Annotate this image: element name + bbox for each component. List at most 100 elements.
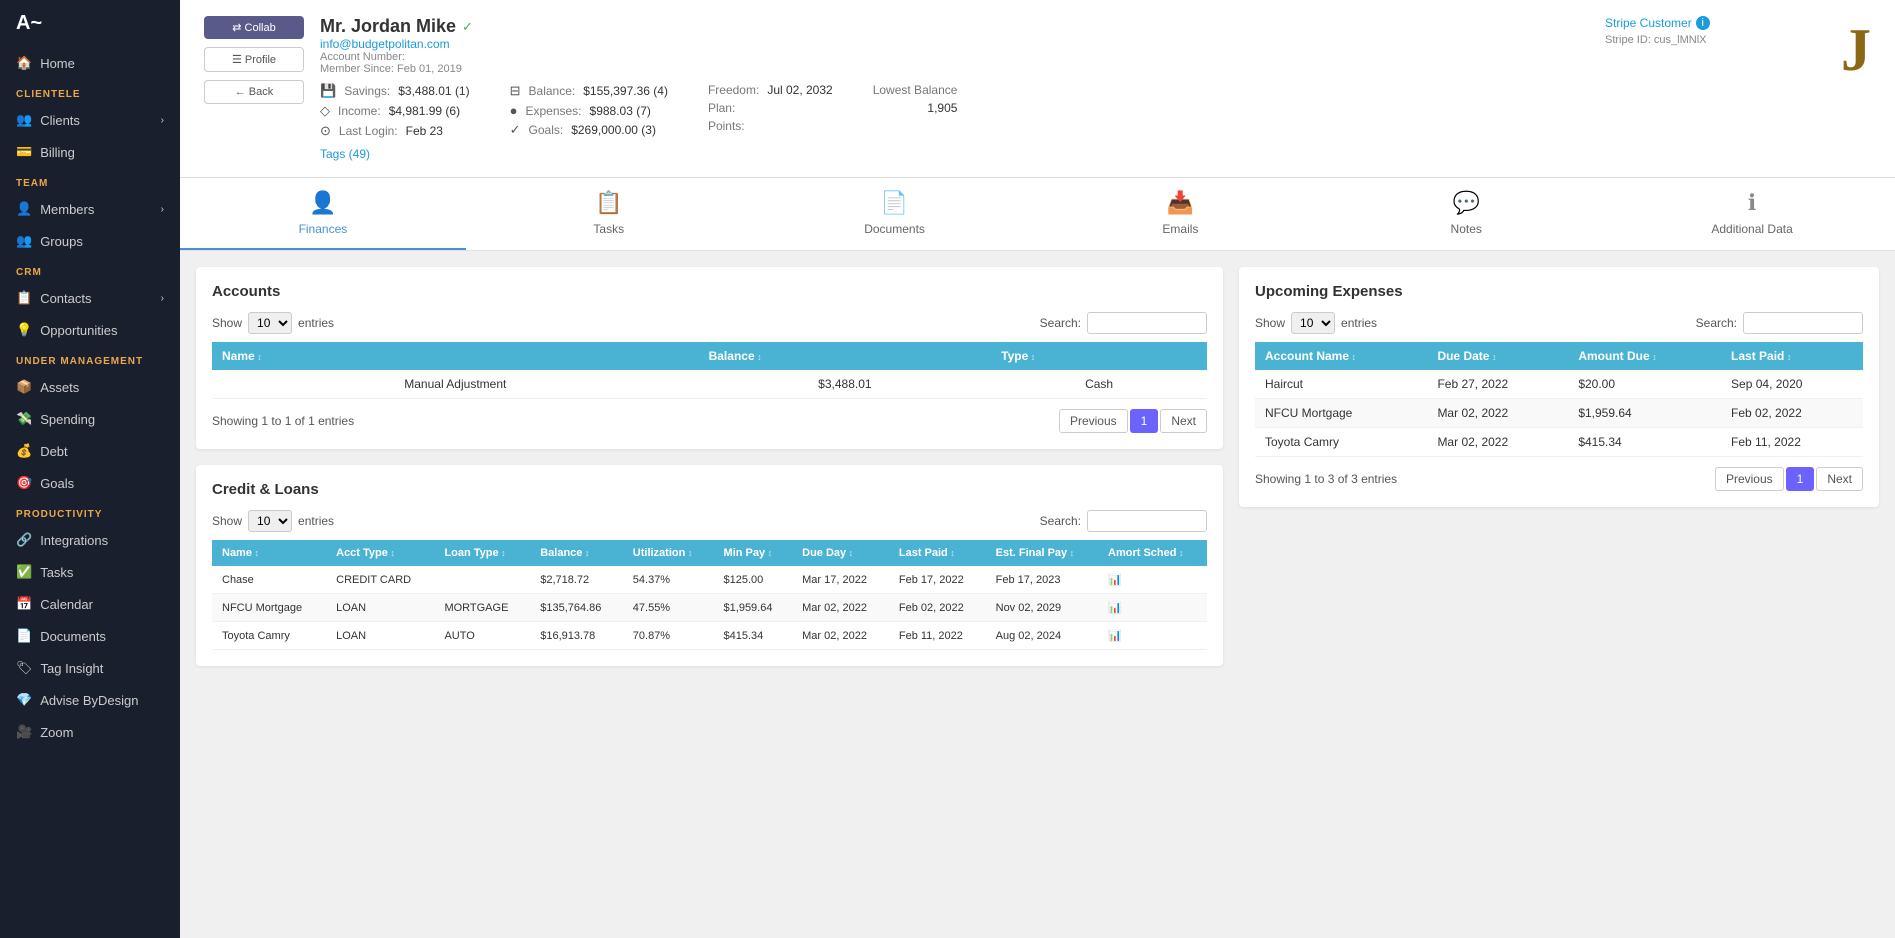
advise-icon: 💎 bbox=[16, 692, 32, 708]
tab-emails[interactable]: 📥 Emails bbox=[1037, 178, 1323, 250]
table-row: Toyota Camry Mar 02, 2022 $415.34 Feb 11… bbox=[1255, 428, 1863, 457]
upcoming-next-button[interactable]: Next bbox=[1816, 467, 1863, 491]
upcoming-account: Toyota Camry bbox=[1255, 428, 1427, 457]
sidebar-item-assets[interactable]: 📦 Assets bbox=[0, 371, 180, 403]
credit-loans-show-entries: Show 10 25 50 entries bbox=[212, 510, 334, 532]
sidebar-item-billing[interactable]: 💳 Billing bbox=[0, 136, 180, 168]
tab-additional-data[interactable]: ℹ Additional Data bbox=[1609, 178, 1895, 250]
loan-balance: $135,764.86 bbox=[530, 594, 623, 622]
sidebar-item-tag-insight[interactable]: 🏷 Tag Insight bbox=[0, 652, 180, 684]
sidebar-label-opportunities: Opportunities bbox=[40, 323, 117, 338]
credit-col[interactable]: Utilization bbox=[623, 540, 714, 566]
upcoming-col[interactable]: Due Date bbox=[1427, 342, 1568, 370]
expenses-value: $988.03 (7) bbox=[590, 104, 651, 118]
sidebar-label-calendar: Calendar bbox=[40, 597, 93, 612]
back-button[interactable]: ← Back bbox=[204, 80, 304, 104]
tab-notes[interactable]: 💬 Notes bbox=[1323, 178, 1609, 250]
verified-icon: ✓ bbox=[462, 19, 473, 35]
goals-icon: 🎯 bbox=[16, 475, 32, 491]
tags-link[interactable]: Tags (49) bbox=[320, 147, 1589, 161]
credit-col[interactable]: Name bbox=[212, 540, 326, 566]
upcoming-col[interactable]: Amount Due bbox=[1568, 342, 1721, 370]
members-arrow: › bbox=[161, 204, 164, 215]
profile-stats: 💾 Savings: $3,488.01 (1) ◇ Income: $4,98… bbox=[320, 83, 1589, 139]
loan-chart[interactable]: 📊 bbox=[1098, 594, 1207, 622]
accounts-col-name[interactable]: Name bbox=[212, 342, 699, 370]
accounts-col-type[interactable]: Type bbox=[991, 342, 1207, 370]
tab-finances[interactable]: 👤 Finances bbox=[180, 178, 466, 250]
accounts-next-button[interactable]: Next bbox=[1160, 409, 1207, 433]
sidebar-item-spending[interactable]: 💸 Spending bbox=[0, 403, 180, 435]
accounts-prev-button[interactable]: Previous bbox=[1059, 409, 1128, 433]
income-value: $4,981.99 (6) bbox=[389, 104, 460, 118]
sidebar-label-goals: Goals bbox=[40, 476, 74, 491]
credit-col[interactable]: Amort Sched bbox=[1098, 540, 1207, 566]
profile-email[interactable]: info@budgetpolitan.com bbox=[320, 37, 1589, 51]
loan-min-pay: $125.00 bbox=[714, 566, 793, 594]
sidebar-item-integrations[interactable]: 🔗 Integrations bbox=[0, 524, 180, 556]
upcoming-amount: $20.00 bbox=[1568, 370, 1721, 399]
section-team: TEAM bbox=[0, 168, 180, 193]
sidebar-item-documents[interactable]: 📄 Documents bbox=[0, 620, 180, 652]
upcoming-expenses-card: Upcoming Expenses Show 10 entries Search… bbox=[1239, 267, 1879, 507]
upcoming-amount: $1,959.64 bbox=[1568, 399, 1721, 428]
lowest-balance-label: Lowest Balance bbox=[873, 83, 958, 97]
upcoming-page-1[interactable]: 1 bbox=[1786, 467, 1815, 491]
debt-icon: 💰 bbox=[16, 443, 32, 459]
accounts-col-balance[interactable]: Balance bbox=[699, 342, 992, 370]
avatar: J bbox=[1841, 16, 1871, 85]
sidebar-item-contacts[interactable]: 📋 Contacts › bbox=[0, 282, 180, 314]
table-row: NFCU Mortgage LOAN MORTGAGE $135,764.86 … bbox=[212, 594, 1207, 622]
upcoming-entries-select[interactable]: 10 bbox=[1291, 312, 1335, 334]
profile-button[interactable]: ☰ Profile bbox=[204, 47, 304, 72]
upcoming-pagination-btns: Previous 1 Next bbox=[1715, 467, 1863, 491]
sidebar-item-home[interactable]: 🏠 Home bbox=[0, 47, 180, 79]
accounts-card: Accounts Show 10 25 50 entries Search: bbox=[196, 267, 1223, 449]
accounts-entries-select[interactable]: 10 25 50 bbox=[248, 312, 292, 334]
sidebar-item-calendar[interactable]: 📅 Calendar bbox=[0, 588, 180, 620]
credit-col[interactable]: Due Day bbox=[792, 540, 889, 566]
loan-last-paid: Feb 17, 2022 bbox=[889, 566, 986, 594]
upcoming-pagination: Showing 1 to 3 of 3 entries Previous 1 N… bbox=[1255, 467, 1863, 491]
upcoming-col[interactable]: Account Name bbox=[1255, 342, 1427, 370]
goals-label: Goals: bbox=[529, 123, 564, 137]
sidebar: A~ 🏠 Home CLIENTELE 👥 Clients › 💳 Billin… bbox=[0, 0, 180, 938]
upcoming-col[interactable]: Last Paid bbox=[1721, 342, 1863, 370]
accounts-search-input[interactable] bbox=[1087, 312, 1207, 334]
credit-loans-search-input[interactable] bbox=[1087, 510, 1207, 532]
tab-tasks[interactable]: 📋 Tasks bbox=[466, 178, 752, 250]
loan-chart[interactable]: 📊 bbox=[1098, 622, 1207, 650]
sidebar-item-groups[interactable]: 👥 Groups bbox=[0, 225, 180, 257]
section-clientele: CLIENTELE bbox=[0, 79, 180, 104]
sidebar-label-groups: Groups bbox=[40, 234, 83, 249]
sidebar-item-opportunities[interactable]: 💡 Opportunities bbox=[0, 314, 180, 346]
credit-col[interactable]: Last Paid bbox=[889, 540, 986, 566]
profile-avatar-section: J bbox=[1841, 16, 1871, 161]
sidebar-item-members[interactable]: 👤 Members › bbox=[0, 193, 180, 225]
tab-emails-label: Emails bbox=[1162, 222, 1198, 236]
collab-button[interactable]: ⇄ Collab bbox=[204, 16, 304, 39]
accounts-page-1[interactable]: 1 bbox=[1130, 409, 1159, 433]
credit-col[interactable]: Balance bbox=[530, 540, 623, 566]
upcoming-prev-button[interactable]: Previous bbox=[1715, 467, 1784, 491]
tab-documents[interactable]: 📄 Documents bbox=[752, 178, 1038, 250]
upcoming-search-input[interactable] bbox=[1743, 312, 1863, 334]
credit-loans-entries-select[interactable]: 10 25 50 bbox=[248, 510, 292, 532]
savings-label: Savings: bbox=[344, 84, 390, 98]
sidebar-label-advise: Advise ByDesign bbox=[40, 693, 138, 708]
credit-col[interactable]: Acct Type bbox=[326, 540, 434, 566]
documents-tab-icon: 📄 bbox=[881, 190, 908, 216]
sidebar-item-debt[interactable]: 💰 Debt bbox=[0, 435, 180, 467]
credit-col[interactable]: Est. Final Pay bbox=[986, 540, 1098, 566]
sidebar-item-zoom[interactable]: 🎥 Zoom bbox=[0, 716, 180, 748]
credit-col[interactable]: Loan Type bbox=[434, 540, 530, 566]
sidebar-item-clients[interactable]: 👥 Clients › bbox=[0, 104, 180, 136]
upcoming-showing: Showing 1 to 3 of 3 entries bbox=[1255, 472, 1397, 486]
sidebar-item-tasks[interactable]: ✅ Tasks bbox=[0, 556, 180, 588]
sidebar-item-advise-bydesign[interactable]: 💎 Advise ByDesign bbox=[0, 684, 180, 716]
sidebar-item-goals[interactable]: 🎯 Goals bbox=[0, 467, 180, 499]
upcoming-last-paid: Sep 04, 2020 bbox=[1721, 370, 1863, 399]
credit-col[interactable]: Min Pay bbox=[714, 540, 793, 566]
clients-arrow: › bbox=[161, 115, 164, 126]
loan-chart[interactable]: 📊 bbox=[1098, 566, 1207, 594]
